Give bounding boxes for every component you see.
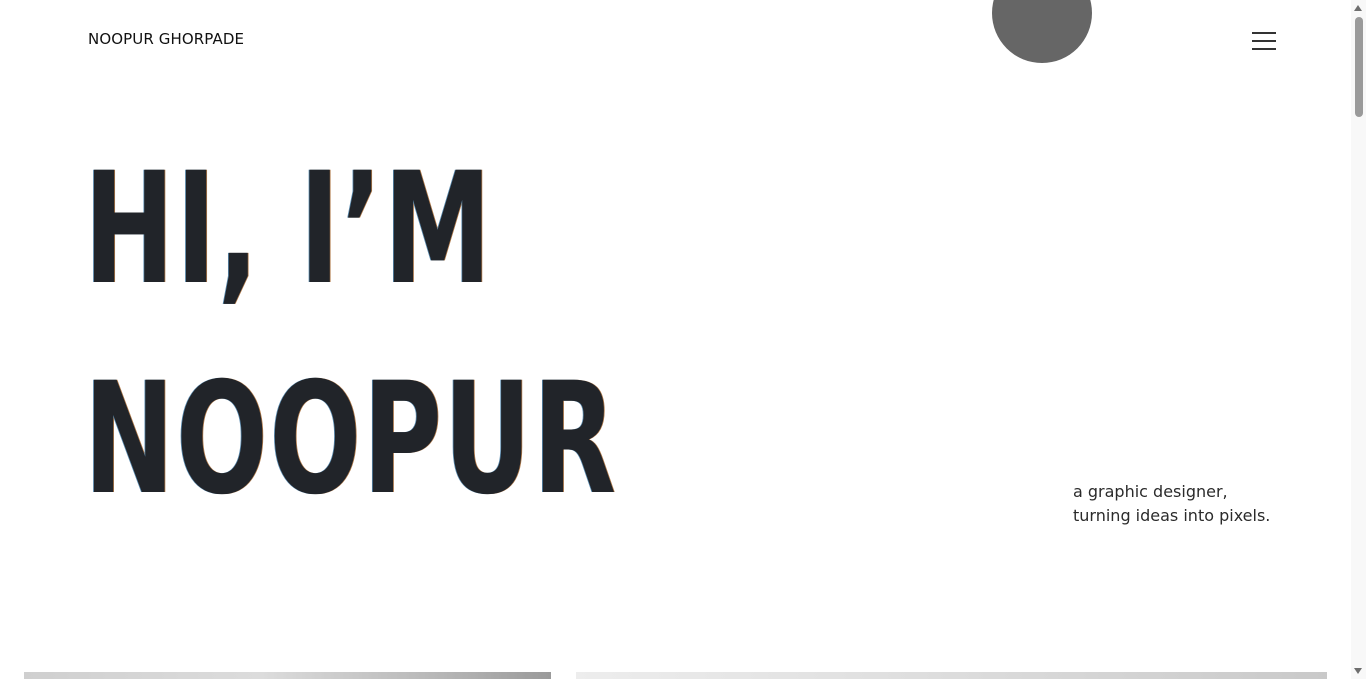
hamburger-menu-icon-bar-middle <box>1252 40 1276 42</box>
tagline-line-1: a graphic designer, <box>1073 482 1228 501</box>
hamburger-menu-button[interactable] <box>1249 28 1279 54</box>
page-scrollbar[interactable] <box>1351 0 1366 679</box>
scroll-up-arrow-icon[interactable] <box>1354 5 1362 11</box>
project-card-right-image[interactable] <box>576 672 1327 679</box>
hamburger-menu-icon-bar-bottom <box>1252 48 1276 50</box>
scroll-down-arrow-icon[interactable] <box>1354 668 1362 674</box>
hero-heading-line-2: NOOPUR <box>84 350 618 529</box>
hero-heading-line-1: HI, I’M <box>84 140 494 319</box>
project-card-left-image[interactable] <box>24 672 551 679</box>
hero-tagline: a graphic designer, turning ideas into p… <box>1073 480 1270 528</box>
site-brand-name[interactable]: NOOPUR GHORPADE <box>88 30 244 48</box>
decorative-circle <box>992 0 1092 63</box>
portfolio-page: NOOPUR GHORPADE HI, I’M NOOPUR a graphic… <box>0 0 1366 679</box>
scrollbar-thumb[interactable] <box>1355 17 1363 117</box>
hamburger-menu-icon-bar-top <box>1252 32 1276 34</box>
tagline-line-2: turning ideas into pixels. <box>1073 506 1271 525</box>
